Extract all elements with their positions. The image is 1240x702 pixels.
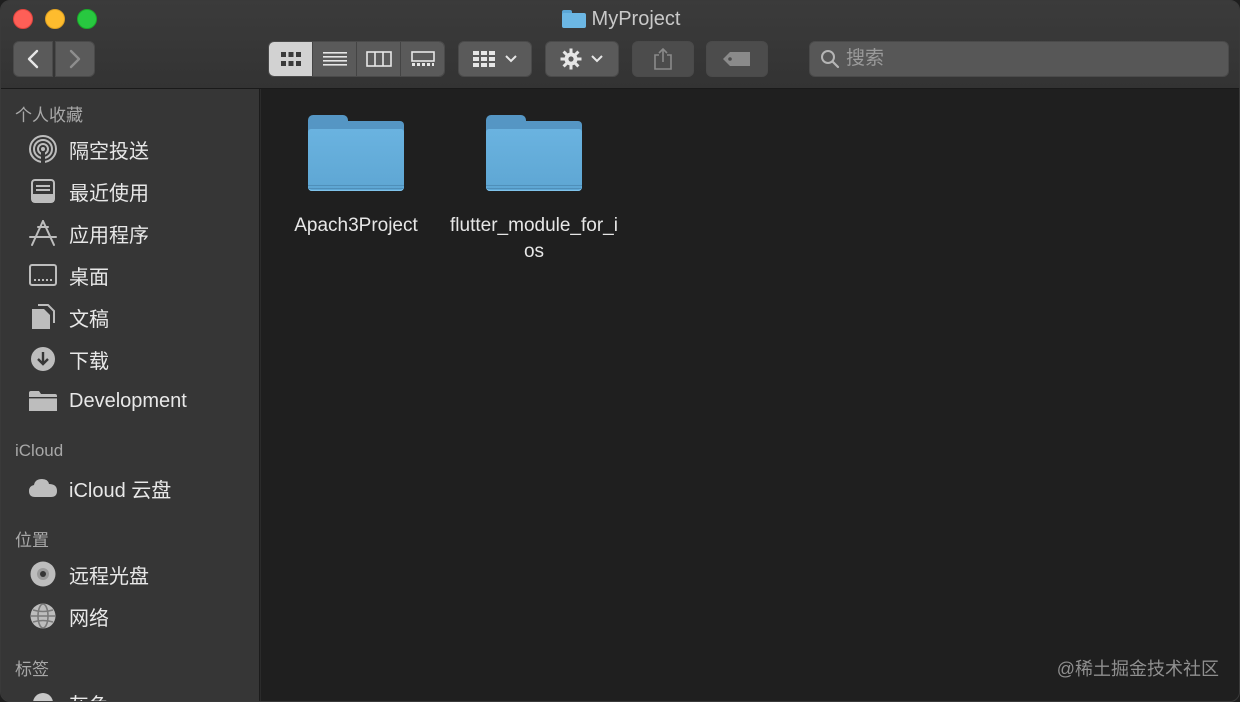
disc-icon bbox=[27, 560, 59, 588]
applications-icon bbox=[27, 219, 59, 247]
folder-icon bbox=[561, 10, 586, 28]
sidebar-item-label: 文稿 bbox=[69, 308, 109, 331]
icloud-section-title: iCloud bbox=[15, 441, 64, 460]
sidebar-item-tag-gray[interactable]: 灰色 bbox=[27, 685, 252, 702]
finder-window: MyProject 搜索 个人收藏 隔空投送 最近使用 应用程序 桌面 文稿 下… bbox=[0, 0, 1240, 702]
view-mode-selector bbox=[268, 41, 445, 77]
title-bar: MyProject bbox=[1, 1, 1239, 89]
sidebar-item-label: 桌面 bbox=[69, 266, 109, 289]
sidebar-item-desktop[interactable]: 桌面 bbox=[27, 257, 252, 293]
sidebar-item-documents[interactable]: 文稿 bbox=[27, 299, 252, 335]
folder-icon bbox=[308, 115, 404, 191]
grid-icon bbox=[473, 51, 495, 67]
sidebar-item-label: 下载 bbox=[69, 350, 109, 373]
gear-icon bbox=[560, 48, 582, 70]
locations-section-title: 位置 bbox=[15, 531, 49, 550]
recents-icon bbox=[27, 177, 59, 205]
search-field[interactable] bbox=[809, 41, 1229, 77]
icon-grid-icon bbox=[280, 52, 301, 66]
sidebar: 个人收藏 隔空投送 最近使用 应用程序 桌面 文稿 下载 Development… bbox=[1, 89, 260, 702]
sidebar-item-label: iCloud 云盘 bbox=[69, 479, 172, 502]
list-icon bbox=[322, 52, 347, 66]
icon-view-button[interactable] bbox=[269, 42, 313, 76]
sidebar-item-icloud-drive[interactable]: iCloud 云盘 bbox=[27, 470, 252, 506]
file-name: flutter_module_for_ios bbox=[450, 215, 618, 262]
sidebar-item-label: 网络 bbox=[69, 607, 109, 630]
chevron-down-icon bbox=[505, 55, 517, 63]
sidebar-item-label: 远程光盘 bbox=[69, 565, 149, 588]
column-view-button[interactable] bbox=[357, 42, 401, 76]
share-button[interactable] bbox=[632, 41, 694, 77]
search-icon bbox=[821, 50, 840, 69]
airdrop-icon bbox=[27, 135, 59, 163]
gallery-icon bbox=[410, 51, 435, 66]
folder-icon bbox=[486, 115, 582, 191]
sidebar-item-recents[interactable]: 最近使用 bbox=[27, 173, 252, 209]
documents-icon bbox=[27, 303, 59, 331]
tags-section-title: 标签 bbox=[15, 660, 49, 679]
downloads-icon bbox=[27, 345, 59, 373]
chevron-left-icon bbox=[27, 49, 39, 69]
sidebar-item-development[interactable]: Development bbox=[27, 383, 252, 419]
sidebar-item-label: Development bbox=[69, 389, 187, 412]
file-item[interactable]: Apach3Project bbox=[271, 115, 441, 239]
tags-button[interactable] bbox=[706, 41, 768, 77]
list-view-button[interactable] bbox=[313, 42, 357, 76]
folder-icon bbox=[27, 387, 59, 415]
arrange-button[interactable] bbox=[458, 41, 532, 77]
chevron-down-icon bbox=[591, 55, 603, 63]
watermark: @稀土掘金技术社区 bbox=[1056, 659, 1219, 679]
sidebar-item-airdrop[interactable]: 隔空投送 bbox=[27, 131, 252, 167]
sidebar-item-label: 隔空投送 bbox=[69, 140, 149, 163]
file-name: Apach3Project bbox=[294, 215, 418, 236]
desktop-icon bbox=[27, 261, 59, 289]
back-button[interactable] bbox=[13, 41, 53, 77]
share-icon bbox=[654, 47, 672, 70]
sidebar-item-label: 最近使用 bbox=[69, 182, 149, 205]
forward-button[interactable] bbox=[55, 41, 95, 77]
file-item[interactable]: flutter_module_for_ios bbox=[449, 115, 619, 265]
window-title: MyProject bbox=[1, 7, 1239, 31]
sidebar-item-label: 应用程序 bbox=[69, 224, 149, 247]
sidebar-item-network[interactable]: 网络 bbox=[27, 598, 252, 634]
tag-icon bbox=[723, 52, 750, 66]
window-title-text: MyProject bbox=[591, 8, 681, 30]
action-menu-button[interactable] bbox=[545, 41, 619, 77]
columns-icon bbox=[365, 51, 392, 67]
favorites-section-title: 个人收藏 bbox=[15, 106, 83, 125]
gallery-view-button[interactable] bbox=[401, 42, 444, 76]
cloud-icon bbox=[27, 474, 59, 502]
sidebar-item-label: 灰色 bbox=[69, 689, 109, 702]
chevron-right-icon bbox=[69, 49, 81, 69]
file-browser-area: Apach3Project flutter_module_for_ios @稀土… bbox=[261, 89, 1239, 701]
search-input[interactable] bbox=[846, 48, 1206, 70]
network-icon bbox=[27, 602, 59, 630]
sidebar-item-downloads[interactable]: 下载 bbox=[27, 341, 252, 377]
tag-dot-icon bbox=[27, 689, 59, 701]
sidebar-item-remote-disc[interactable]: 远程光盘 bbox=[27, 556, 252, 592]
sidebar-item-applications[interactable]: 应用程序 bbox=[27, 215, 252, 251]
